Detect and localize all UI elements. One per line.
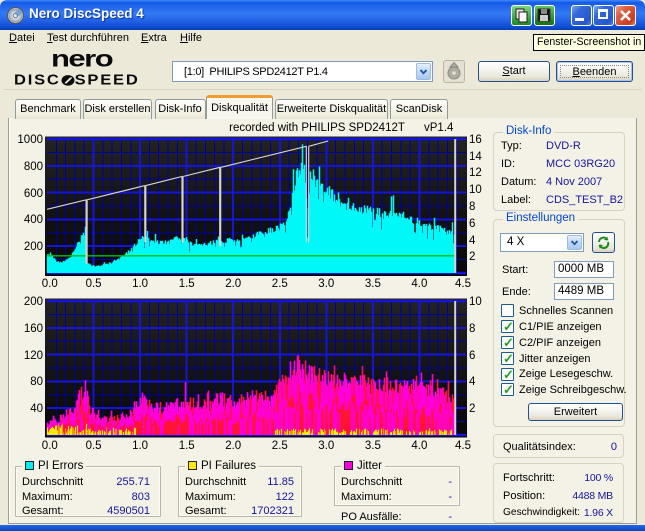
svg-text:600: 600 [24, 188, 43, 200]
svg-text:120: 120 [24, 350, 43, 362]
svg-text:10: 10 [469, 296, 482, 308]
svg-text:4.5: 4.5 [455, 440, 471, 452]
svg-text:1000: 1000 [17, 134, 43, 146]
svg-text:80: 80 [30, 376, 43, 388]
svg-text:200: 200 [24, 241, 43, 253]
svg-text:6: 6 [469, 350, 475, 362]
svg-text:6: 6 [469, 218, 475, 230]
svg-text:3.0: 3.0 [318, 440, 334, 452]
svg-text:0.0: 0.0 [42, 278, 58, 290]
svg-text:2: 2 [469, 403, 475, 415]
svg-text:40: 40 [30, 403, 43, 415]
svg-text:1.5: 1.5 [179, 440, 195, 452]
svg-text:0.5: 0.5 [86, 440, 102, 452]
svg-text:2.5: 2.5 [272, 278, 288, 290]
svg-text:4.5: 4.5 [455, 278, 471, 290]
svg-text:vP1.4: vP1.4 [424, 122, 454, 134]
svg-text:2.5: 2.5 [272, 440, 288, 452]
svg-text:3.5: 3.5 [365, 440, 381, 452]
svg-text:10: 10 [469, 184, 482, 196]
svg-text:4.0: 4.0 [411, 440, 427, 452]
svg-text:2: 2 [469, 251, 475, 263]
svg-text:4.0: 4.0 [411, 278, 427, 290]
svg-text:2.0: 2.0 [225, 440, 241, 452]
svg-text:800: 800 [24, 161, 43, 173]
svg-text:8: 8 [469, 323, 475, 335]
svg-text:recorded with PHILIPS SPD2412T: recorded with PHILIPS SPD2412T [229, 122, 405, 134]
svg-text:1.0: 1.0 [132, 278, 148, 290]
svg-text:1.0: 1.0 [132, 440, 148, 452]
svg-text:1.5: 1.5 [179, 278, 195, 290]
svg-text:3.0: 3.0 [318, 278, 334, 290]
svg-text:200: 200 [24, 296, 43, 308]
svg-text:14: 14 [469, 151, 482, 163]
svg-text:0.5: 0.5 [86, 278, 102, 290]
svg-text:4: 4 [469, 376, 476, 388]
svg-text:16: 16 [469, 134, 482, 146]
svg-text:400: 400 [24, 214, 43, 226]
svg-text:4: 4 [469, 235, 476, 247]
svg-text:12: 12 [469, 167, 482, 179]
svg-text:160: 160 [24, 323, 43, 335]
svg-text:8: 8 [469, 201, 475, 213]
svg-text:0.0: 0.0 [42, 440, 58, 452]
svg-text:3.5: 3.5 [365, 278, 381, 290]
svg-text:2.0: 2.0 [225, 278, 241, 290]
